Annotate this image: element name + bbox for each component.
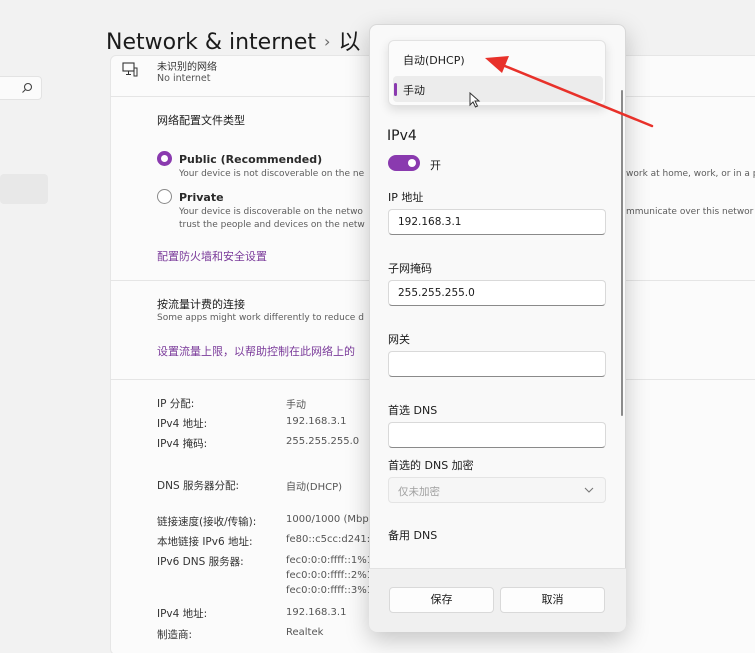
ip-settings-dropdown[interactable]: 自动(DHCP) 手动: [388, 40, 606, 106]
prop-value: 192.168.3.1: [286, 607, 347, 618]
network-name: 未识别的网络: [157, 62, 217, 73]
ipv4-toggle[interactable]: [388, 155, 420, 171]
dropdown-option-dhcp[interactable]: 自动(DHCP): [393, 46, 603, 72]
prop-key: 链接速度(接收/传输):: [157, 516, 257, 528]
profile-heading: 网络配置文件类型: [157, 114, 245, 127]
page-title: Network & internet › 以: [106, 30, 361, 55]
ipv4-toggle-label: 开: [430, 159, 441, 172]
ip-address-label: IP 地址: [388, 191, 424, 204]
gateway-input[interactable]: [388, 351, 606, 377]
prop-value: Realtek: [286, 627, 324, 638]
private-desc-2: trust the people and devices on the netw: [179, 220, 365, 230]
private-desc-1: Your device is discoverable on the netwo: [179, 207, 363, 217]
public-desc: Your device is not discoverable on the n…: [179, 169, 365, 179]
dns-encryption-select[interactable]: 仅未加密: [388, 477, 606, 503]
prop-value: fe80::c5cc:d241:a: [286, 534, 377, 545]
gateway-label: 网关: [388, 333, 410, 346]
left-nav: [0, 0, 62, 653]
nav-search-box[interactable]: [0, 76, 42, 100]
dropdown-option-manual[interactable]: 手动: [393, 76, 603, 102]
radio-private-label: Private: [179, 191, 224, 204]
subnet-mask-input[interactable]: 255.255.255.0: [388, 280, 606, 306]
mouse-cursor-icon: [469, 92, 481, 108]
prop-value: 192.168.3.1: [286, 416, 347, 427]
prop-key: DNS 服务器分配:: [157, 480, 239, 492]
metered-desc: Some apps might work differently to redu…: [157, 313, 364, 323]
nav-selected-item[interactable]: [0, 174, 48, 204]
prop-key: 本地链接 IPv6 地址:: [157, 536, 253, 548]
cancel-button[interactable]: 取消: [500, 587, 605, 613]
ipv4-section-title: IPv4: [387, 128, 417, 144]
prop-key: IPv4 地址:: [157, 418, 208, 430]
radio-public[interactable]: [157, 151, 172, 166]
dialog-scrollbar[interactable]: [621, 90, 623, 416]
subnet-mask-label: 子网掩码: [388, 262, 432, 275]
alternate-dns-label: 备用 DNS: [388, 529, 438, 542]
prop-value: 255.255.255.0: [286, 436, 360, 447]
metered-heading: 按流量计费的连接: [157, 298, 245, 311]
prop-key: IPv6 DNS 服务器:: [157, 556, 244, 568]
prop-value: 1000/1000 (Mbp: [286, 514, 369, 525]
prop-value: 手动: [286, 400, 306, 411]
prop-value: fec0:0:0:ffff::3%1: [286, 585, 374, 596]
radio-private[interactable]: [157, 189, 172, 204]
preferred-dns-input[interactable]: [388, 422, 606, 448]
dns-encryption-value: 仅未加密: [398, 486, 440, 498]
prop-value: 自动(DHCP): [286, 482, 343, 493]
preferred-dns-label: 首选 DNS: [388, 404, 438, 417]
radio-public-label: Public (Recommended): [179, 153, 323, 166]
prop-value: fec0:0:0:ffff::2%1: [286, 570, 374, 581]
prop-key: IPv4 掩码:: [157, 438, 208, 450]
save-button[interactable]: 保存: [389, 587, 494, 613]
firewall-link[interactable]: 配置防火墙和安全设置: [157, 248, 267, 264]
prop-key: IPv4 地址:: [157, 608, 208, 620]
public-desc-right: work at home, work, or in a p: [626, 169, 755, 179]
data-limit-link[interactable]: 设置流量上限，以帮助控制在此网络上的: [157, 343, 355, 359]
prop-key: 制造商:: [157, 629, 193, 641]
prop-value: fec0:0:0:ffff::1%1: [286, 555, 374, 566]
pc-icon: [122, 62, 138, 77]
network-status: No internet: [157, 73, 211, 84]
search-icon: [22, 82, 33, 93]
chevron-down-icon: [584, 487, 594, 493]
private-desc-right: mmunicate over this networ: [626, 207, 754, 217]
dns-encryption-label: 首选的 DNS 加密: [388, 459, 474, 472]
prop-key: IP 分配:: [157, 398, 195, 410]
ip-address-input[interactable]: 192.168.3.1: [388, 209, 606, 235]
